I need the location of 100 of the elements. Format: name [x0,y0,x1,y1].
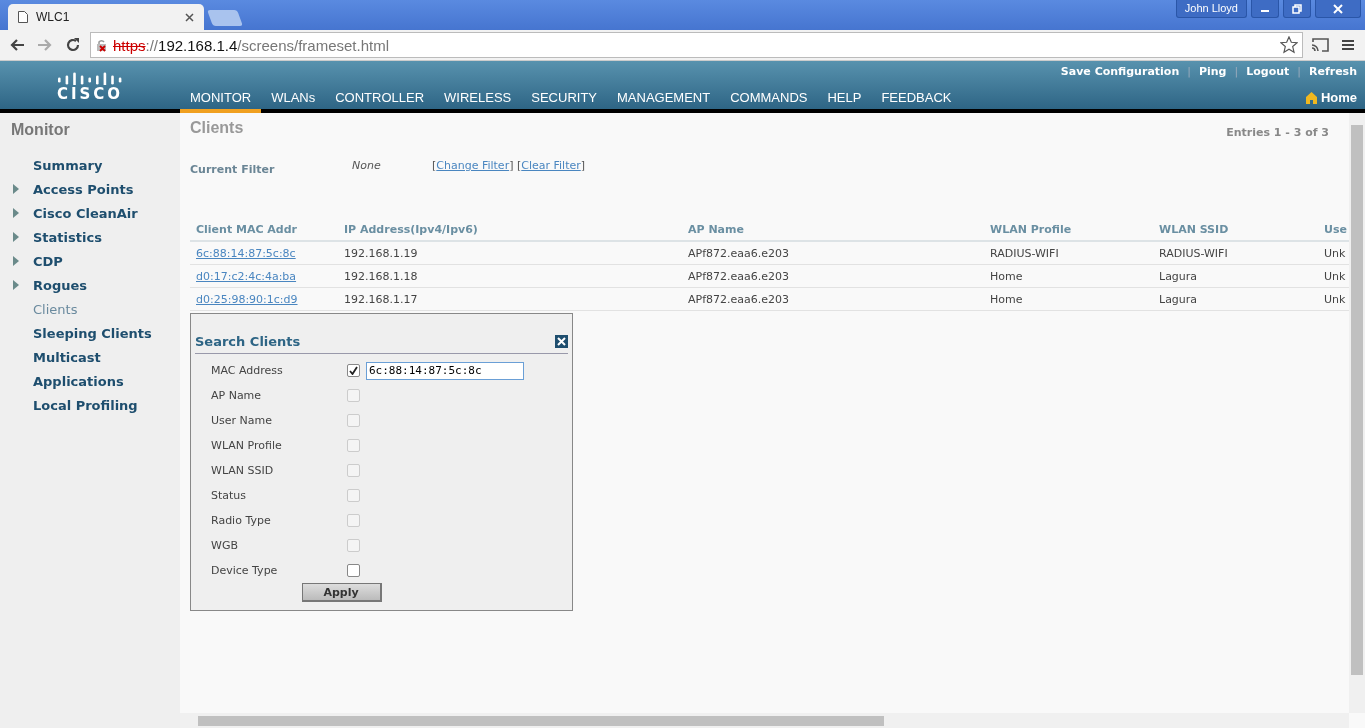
filter-link[interactable]: Clear Filter [521,159,581,172]
sidebar-item[interactable]: Multicast [0,345,180,369]
profile-button[interactable]: John Lloyd [1175,0,1247,18]
field-label: MAC Address [210,364,284,377]
reload-icon[interactable] [65,37,81,53]
sidebar-item[interactable]: Summary [0,153,180,177]
home-link[interactable]: Home [1305,90,1357,105]
table-cell: APf872.eaa6.e203 [688,269,790,283]
bracket: [ [432,159,437,172]
nav-tab[interactable]: WLANs [261,90,326,113]
apply-button[interactable]: Apply [301,583,382,602]
menu-icon[interactable] [1341,39,1355,51]
sidebar-item[interactable]: Local Profiling [0,393,180,417]
horizontal-scrollbar[interactable] [180,713,1349,728]
house-icon [1305,91,1317,104]
field-label: WLAN SSID [210,464,275,477]
bracket: [ [516,159,522,172]
nav-tab[interactable]: CONTROLLER [325,90,435,113]
header-link[interactable]: Logout [1246,65,1290,78]
vertical-scrollbar[interactable] [1349,113,1365,713]
table-cell: Unk [1324,292,1346,306]
bracket: ] [509,159,514,172]
sidebar-item[interactable]: Rogues [0,273,180,297]
page-icon [18,11,28,23]
checkbox[interactable] [347,364,360,377]
filter-label: Current Filter [190,163,276,176]
expand-arrow-icon[interactable] [13,183,19,194]
address-bar[interactable]: https://192.168.1.4/screens/frameset.html [90,32,1303,58]
table-cell: APf872.eaa6.e203 [688,246,790,260]
broken-lock-icon [95,38,109,52]
field-label: WLAN Profile [210,439,283,452]
column-header: Use [1324,223,1347,236]
header-link[interactable]: Save Configuration [1060,65,1180,78]
link-separator: | [1297,65,1301,78]
nav-tab[interactable]: WIRELESS [434,90,522,113]
link-separator: | [1187,65,1191,78]
sidebar-title: Monitor [10,121,71,139]
table-cell: 192.168.1.17 [344,292,418,306]
close-icon[interactable] [185,12,194,22]
forward-icon[interactable] [37,38,53,52]
sidebar-item[interactable]: Applications [0,369,180,393]
table-cell: APf872.eaa6.e203 [688,292,790,306]
table-cell: Home [990,292,1023,306]
link-separator: | [1234,65,1239,78]
star-icon[interactable] [1280,36,1298,54]
field-label: Status [210,489,248,502]
sidebar-item[interactable]: Statistics [0,225,180,249]
table-cell: Home [990,269,1023,283]
field-label: Radio Type [210,514,272,527]
sidebar-item[interactable]: CDP [0,249,180,273]
expand-arrow-icon[interactable] [13,279,19,290]
field-label: Device Type [210,564,279,577]
client-mac-link[interactable]: 6c:88:14:87:5c:8c [196,246,296,260]
expand-arrow-icon[interactable] [13,207,19,218]
filter-value: None [352,159,382,172]
table-cell: Unk [1324,269,1346,283]
column-header: AP Name [688,223,744,236]
table-cell: 192.168.1.19 [344,246,418,260]
entries-count: Entries 1 - 3 of 3 [1226,126,1329,139]
table-cell: 192.168.1.18 [344,269,418,283]
table-cell: Lagura [1159,269,1198,283]
client-mac-link[interactable]: d0:17:c2:4c:4a:ba [196,269,297,283]
close-icon[interactable] [555,335,568,348]
mac-address-input[interactable]: 6c:88:14:87:5c:8c [366,361,524,380]
table-cell: RADIUS-WIFI [1159,246,1228,260]
filter-link[interactable]: Change Filter [436,159,510,172]
dialog-title: Search Clients [195,334,301,349]
nav-tab[interactable]: SECURITY [521,90,607,113]
field-label: User Name [210,414,274,427]
sidebar-item[interactable]: Sleeping Clients [0,321,180,345]
back-icon[interactable] [9,38,25,52]
table-cell: Lagura [1159,292,1198,306]
logo-text: CISCO [56,85,124,103]
nav-tab[interactable]: FEEDBACK [871,90,962,113]
sidebar-item[interactable]: Clients [0,297,180,321]
sidebar-item[interactable]: Access Points [0,177,180,201]
column-header: Client MAC Addr [196,223,298,236]
nav-tab[interactable]: MANAGEMENT [607,90,721,113]
field-label: AP Name [210,389,263,402]
field-label: WGB [210,539,239,552]
header-link[interactable]: Ping [1198,65,1227,78]
client-mac-link[interactable]: d0:25:98:90:1c:d9 [196,292,298,306]
expand-arrow-icon[interactable] [13,231,19,242]
expand-arrow-icon[interactable] [13,255,19,266]
header-link[interactable]: Refresh [1309,65,1357,78]
column-header: IP Address(Ipv4/Ipv6) [344,223,478,236]
browser-tab[interactable]: WLC1 [8,4,204,30]
table-cell: RADIUS-WIFI [990,246,1059,260]
column-header: WLAN SSID [1159,223,1229,236]
table-cell: Unk [1324,246,1346,260]
restore-icon[interactable] [1292,3,1302,14]
bracket: ] [580,159,586,172]
nav-tab[interactable]: HELP [817,90,872,113]
column-header: WLAN Profile [990,223,1072,236]
checkbox[interactable] [347,564,360,577]
sidebar-item[interactable]: Cisco CleanAir [0,201,180,225]
cast-icon[interactable] [1311,38,1329,52]
page-title: Clients [190,119,244,137]
nav-tab[interactable]: COMMANDS [720,90,818,113]
new-tab-button[interactable] [207,10,243,26]
